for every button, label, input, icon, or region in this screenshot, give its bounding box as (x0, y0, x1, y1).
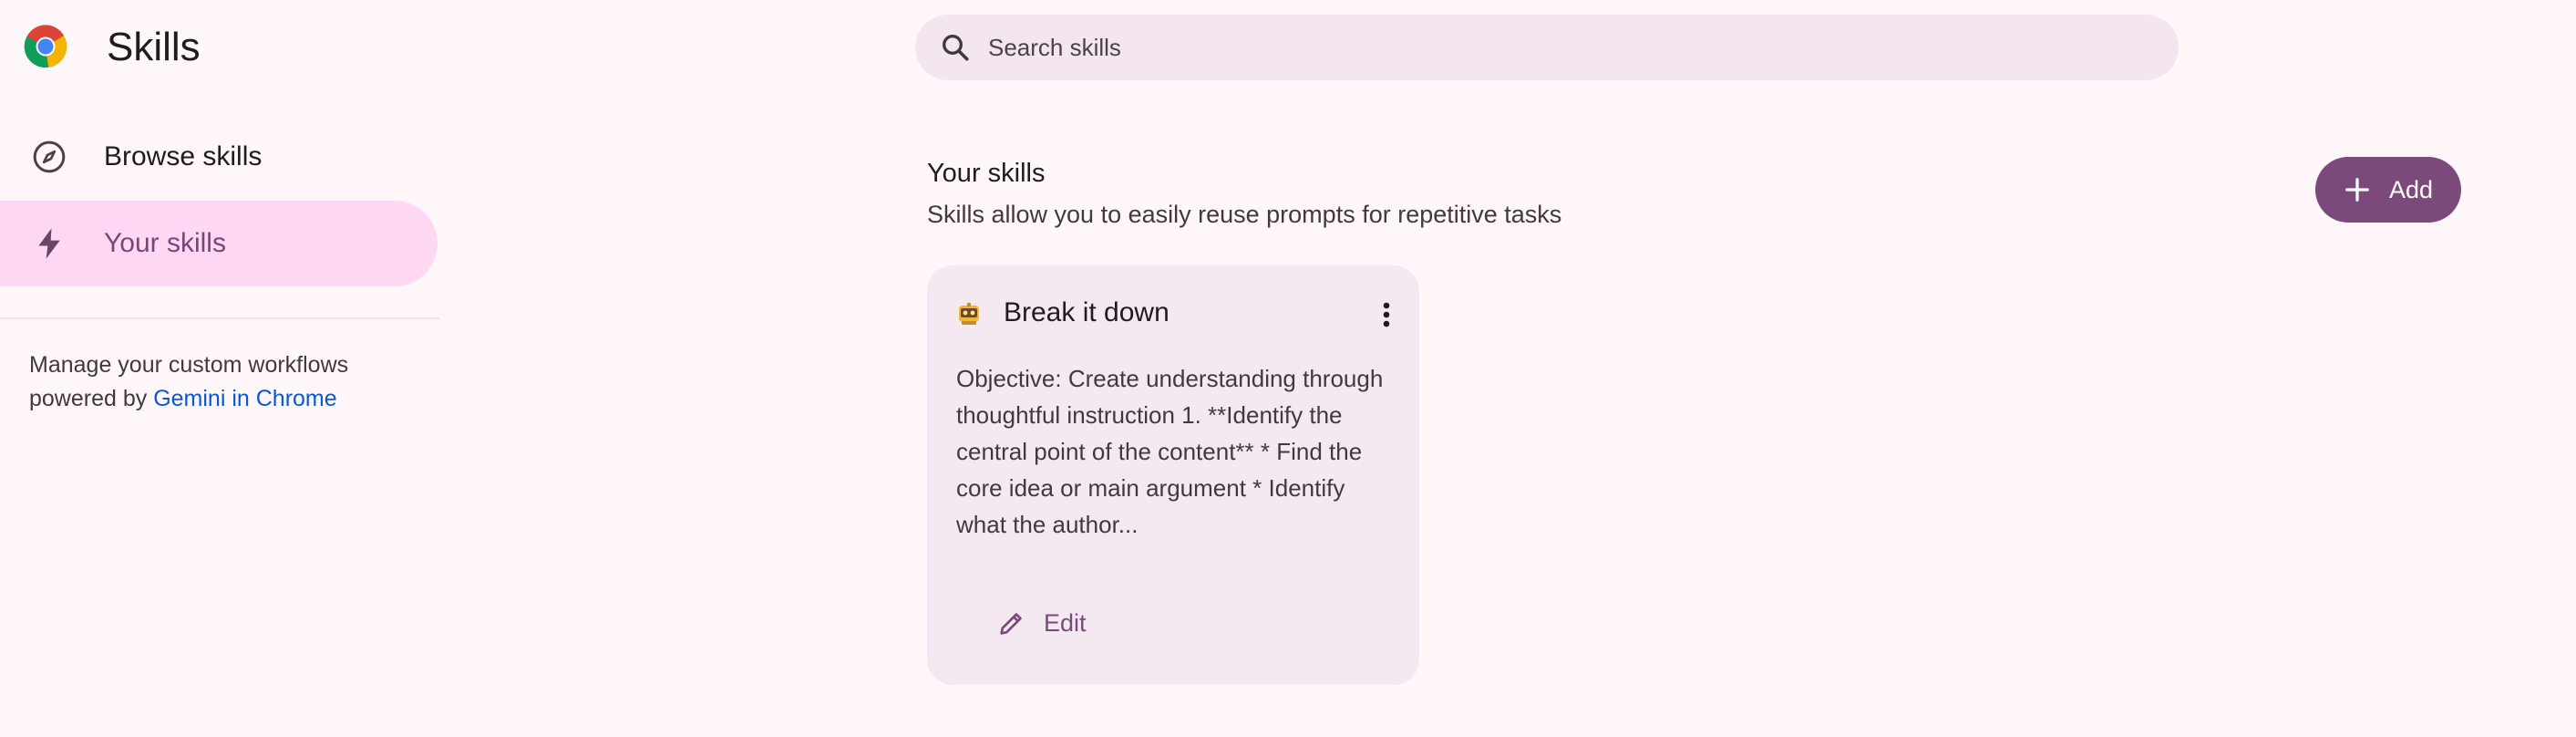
bolt-icon (38, 228, 60, 259)
chrome-logo-icon (24, 25, 67, 68)
robot-teacher-emoji-icon (959, 303, 979, 325)
gemini-in-chrome-link[interactable]: Gemini in Chrome (153, 386, 336, 411)
sidebar-note: Manage your custom workflows powered by … (29, 348, 412, 416)
section-subtitle: Skills allow you to easily reuse prompts… (927, 201, 1562, 228)
search-input[interactable] (986, 32, 2080, 63)
sidebar-item-label: Your skills (104, 228, 226, 258)
edit-skill-button[interactable]: Edit (963, 592, 1105, 654)
add-button-label: Add (2388, 175, 2434, 203)
skill-card-title: Break it down (1004, 297, 1170, 327)
sidebar-divider (0, 317, 439, 319)
more-options-icon[interactable] (1368, 296, 1405, 333)
skills-page: Skills Browse skills Your skills Manage … (0, 0, 2576, 737)
edit-label: Edit (1044, 608, 1087, 637)
sidebar-item-label: Browse skills (104, 141, 263, 171)
sidebar-item-browse-skills[interactable]: Browse skills (0, 114, 438, 200)
skill-card-description: Objective: Create understanding through … (956, 365, 1384, 538)
search-icon (943, 35, 969, 61)
compass-icon (33, 140, 66, 173)
app-title: Skills (107, 25, 201, 69)
section-title: Your skills (927, 159, 1046, 188)
sidebar-item-your-skills[interactable]: Your skills (0, 201, 438, 286)
search-bar[interactable] (915, 15, 2179, 80)
pencil-icon (1000, 613, 1022, 635)
plus-icon (2345, 178, 2369, 202)
add-skill-button[interactable]: Add (2315, 157, 2461, 223)
skill-card: Break it down Objective: Create understa… (927, 265, 1419, 685)
